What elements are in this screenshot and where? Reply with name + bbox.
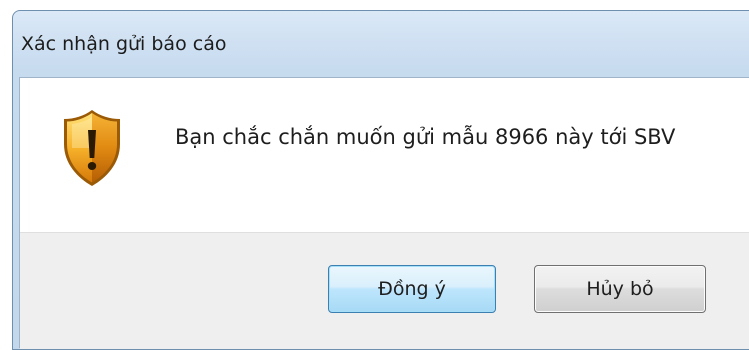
warning-shield-icon [64,110,120,186]
dialog-button-bar: Đồng ý Hủy bỏ [20,232,749,349]
cancel-button[interactable]: Hủy bỏ [534,265,706,313]
dialog-content: Bạn chắc chắn muốn gửi mẫu 8966 này tới … [20,78,749,232]
confirm-button[interactable]: Đồng ý [328,265,496,313]
dialog-message: Bạn chắc chắn muốn gửi mẫu 8966 này tới … [175,125,676,149]
dialog-client-area: Bạn chắc chắn muốn gửi mẫu 8966 này tới … [19,77,749,349]
dialog-title: Xác nhận gửi báo cáo [21,33,227,55]
